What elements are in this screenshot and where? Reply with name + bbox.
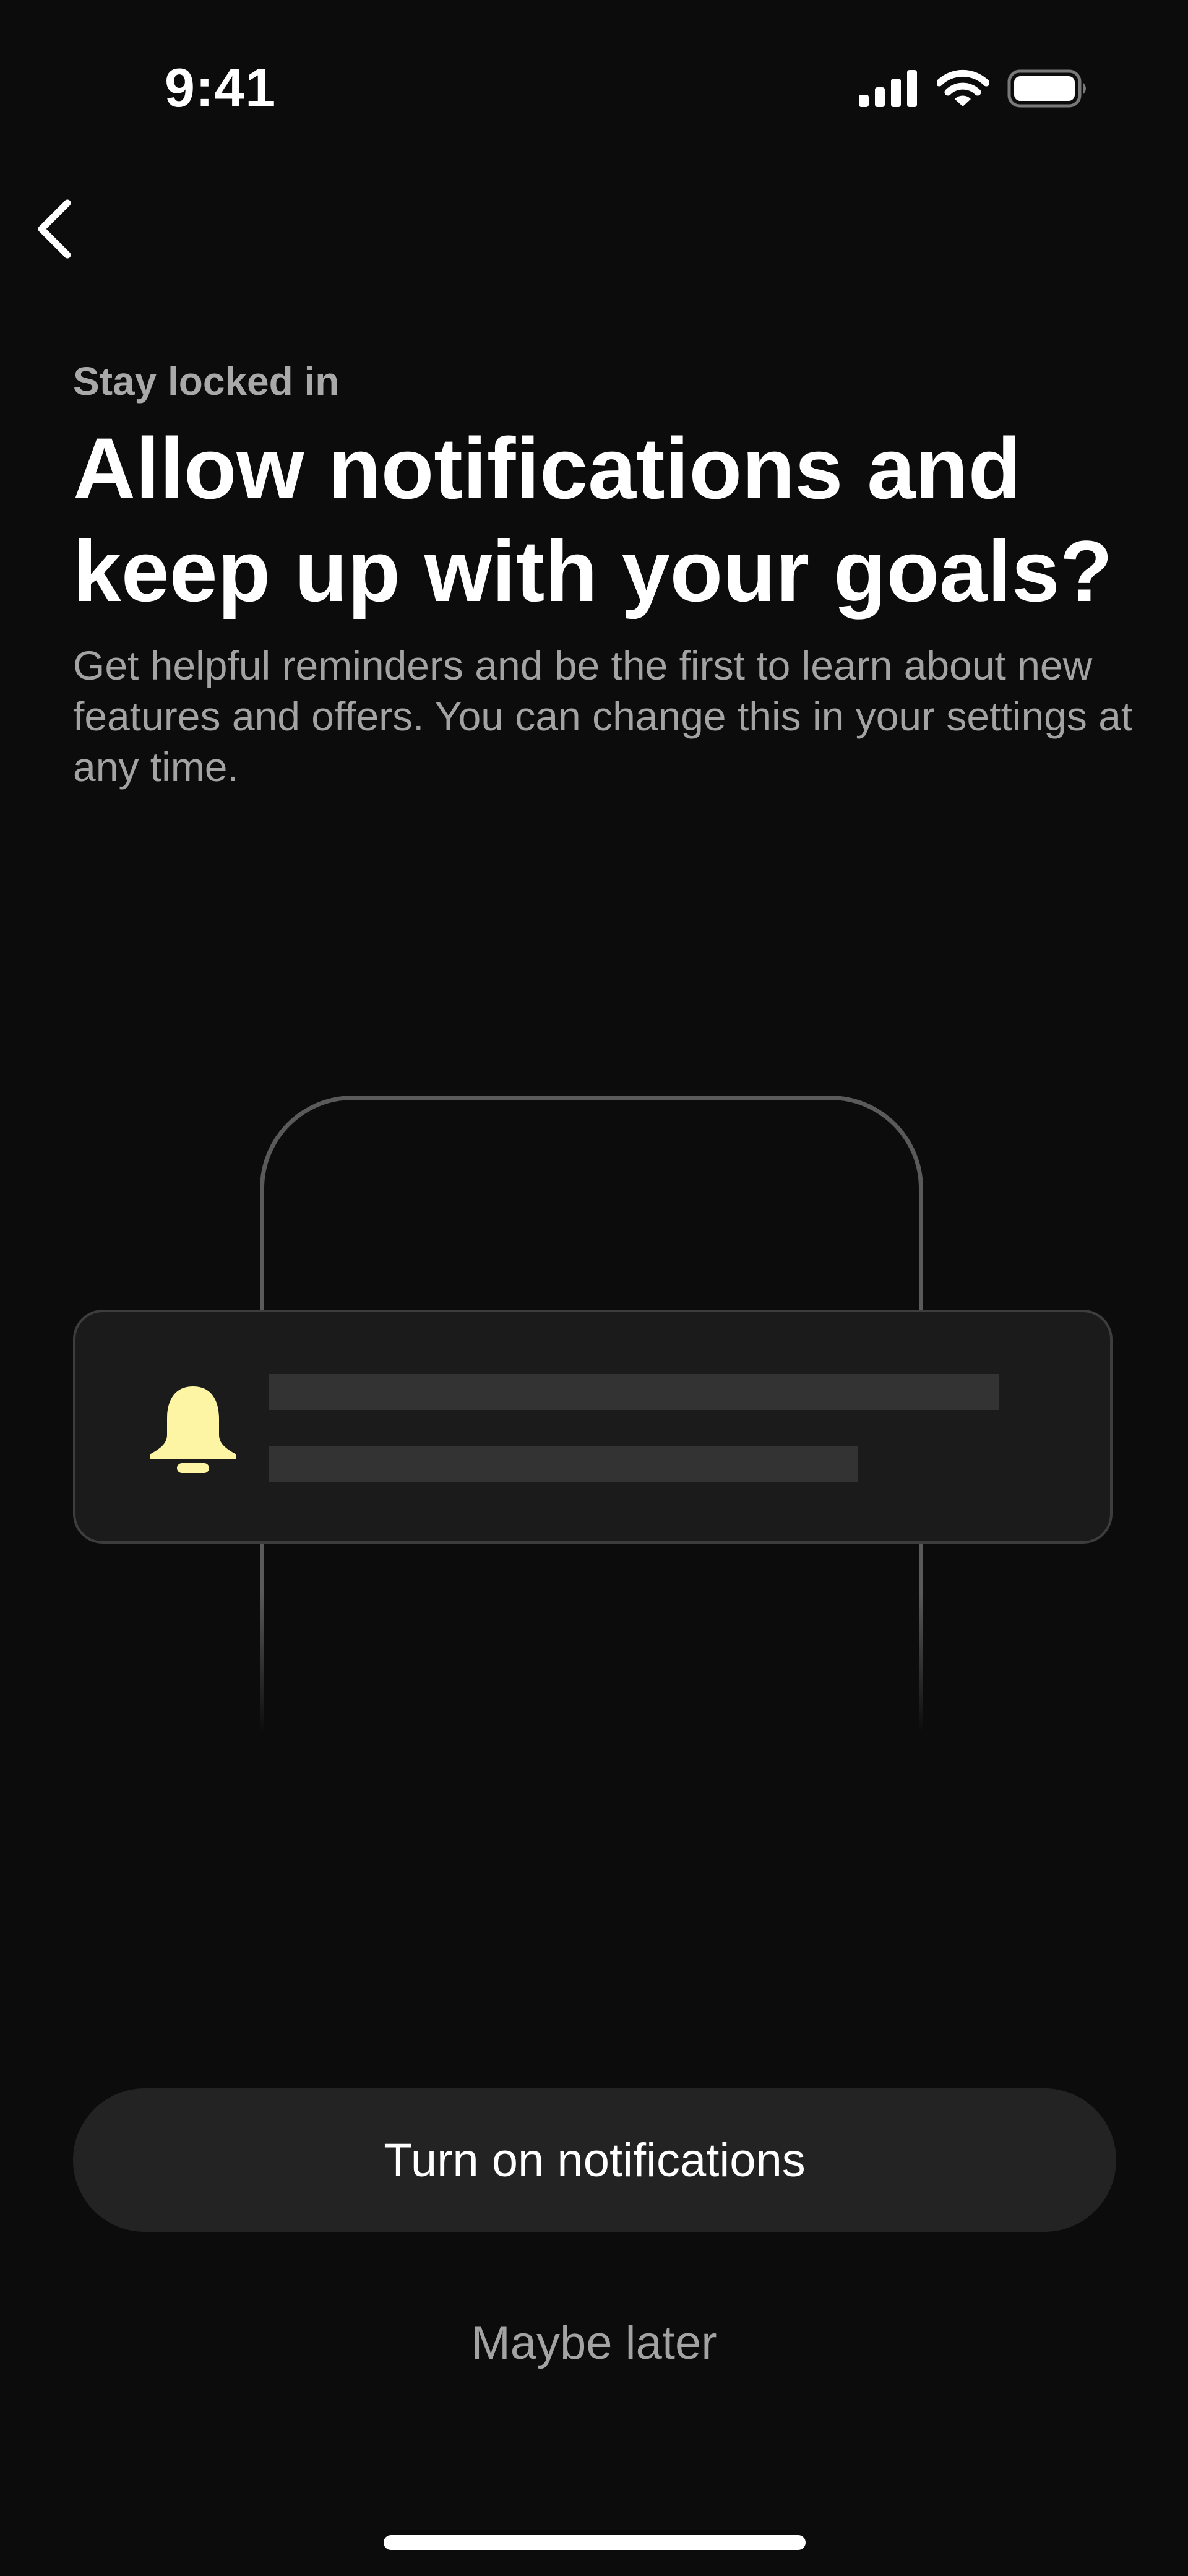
notification-illustration [0,1083,1188,1733]
turn-on-notifications-button[interactable]: Turn on notifications [73,2088,1116,2232]
back-button[interactable] [17,192,92,266]
notification-card [73,1310,1113,1544]
status-icons [859,67,1089,110]
battery-icon [1007,69,1086,108]
cellular-signal-icon [859,70,917,107]
chevron-left-icon [38,199,71,259]
description-text: Get helpful reminders and be the first t… [73,642,1133,790]
placeholder-line-body [269,1446,858,1482]
eyebrow-label: Stay locked in [73,359,340,404]
status-time: 9:41 [165,57,277,118]
bell-icon [150,1386,236,1473]
maybe-later-button[interactable]: Maybe later [0,2309,1188,2377]
page-title: Allow notifications and keep up with you… [73,420,1113,620]
placeholder-line-title [269,1374,999,1410]
home-indicator [384,2535,806,2550]
wifi-icon [937,69,989,106]
status-bar: 9:41 [0,0,1188,149]
